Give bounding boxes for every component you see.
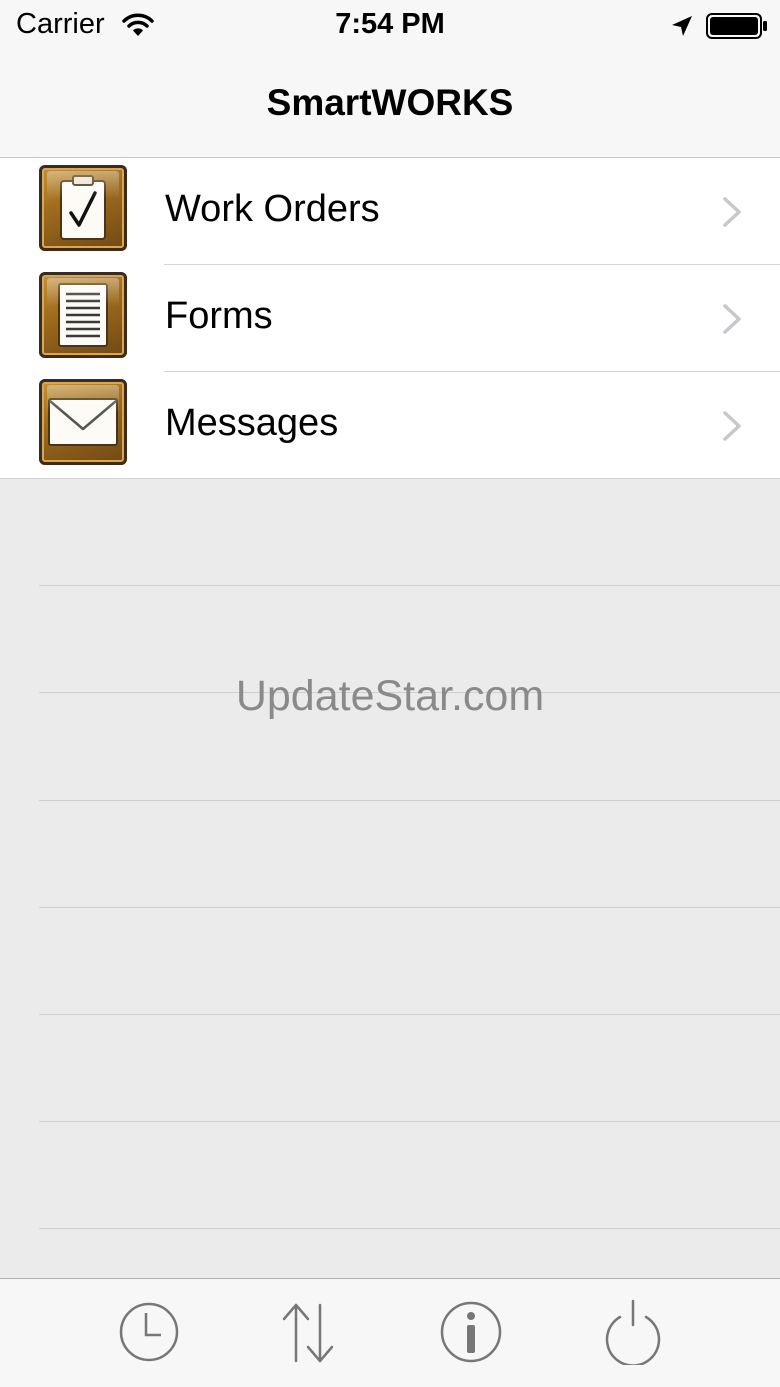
page-title: SmartWORKS — [266, 82, 514, 123]
menu-item-label: Forms — [165, 295, 273, 337]
clock-icon[interactable] — [117, 1299, 181, 1365]
empty-row-separator — [39, 800, 780, 801]
menu-item-messages[interactable]: Messages — [0, 372, 780, 479]
main-menu-list: Work Orders Forms Messages — [0, 158, 780, 479]
status-bar: Carrier 7:54 PM — [0, 0, 780, 54]
empty-row-separator — [39, 585, 780, 586]
list-bottom-separator — [0, 478, 780, 479]
battery-icon — [706, 13, 767, 39]
chevron-right-icon — [723, 304, 741, 334]
empty-row-separator — [39, 907, 780, 908]
power-icon[interactable] — [601, 1299, 665, 1365]
chevron-right-icon — [723, 197, 741, 227]
bottom-toolbar — [0, 1278, 780, 1387]
empty-row-separator — [39, 1228, 780, 1229]
navigation-bar: SmartWORKS — [0, 54, 780, 158]
menu-item-forms[interactable]: Forms — [0, 265, 780, 372]
watermark-text: UpdateStar.com — [235, 672, 545, 720]
envelope-icon — [39, 379, 127, 465]
sync-arrows-icon[interactable] — [276, 1299, 340, 1365]
info-icon[interactable] — [439, 1299, 503, 1365]
empty-row-separator — [39, 1014, 780, 1015]
clock-time: 7:54 PM — [335, 8, 445, 40]
location-icon — [672, 16, 692, 36]
empty-row-separator — [39, 1121, 780, 1122]
menu-item-label: Messages — [165, 402, 339, 444]
menu-item-work-orders[interactable]: Work Orders — [0, 158, 780, 265]
chevron-right-icon — [723, 411, 741, 441]
menu-item-label: Work Orders — [165, 188, 380, 230]
app-screen: Carrier 7:54 PM SmartWORKS Work Orders F… — [0, 0, 780, 1387]
clipboard-check-icon — [39, 165, 127, 251]
document-lines-icon — [39, 272, 127, 358]
